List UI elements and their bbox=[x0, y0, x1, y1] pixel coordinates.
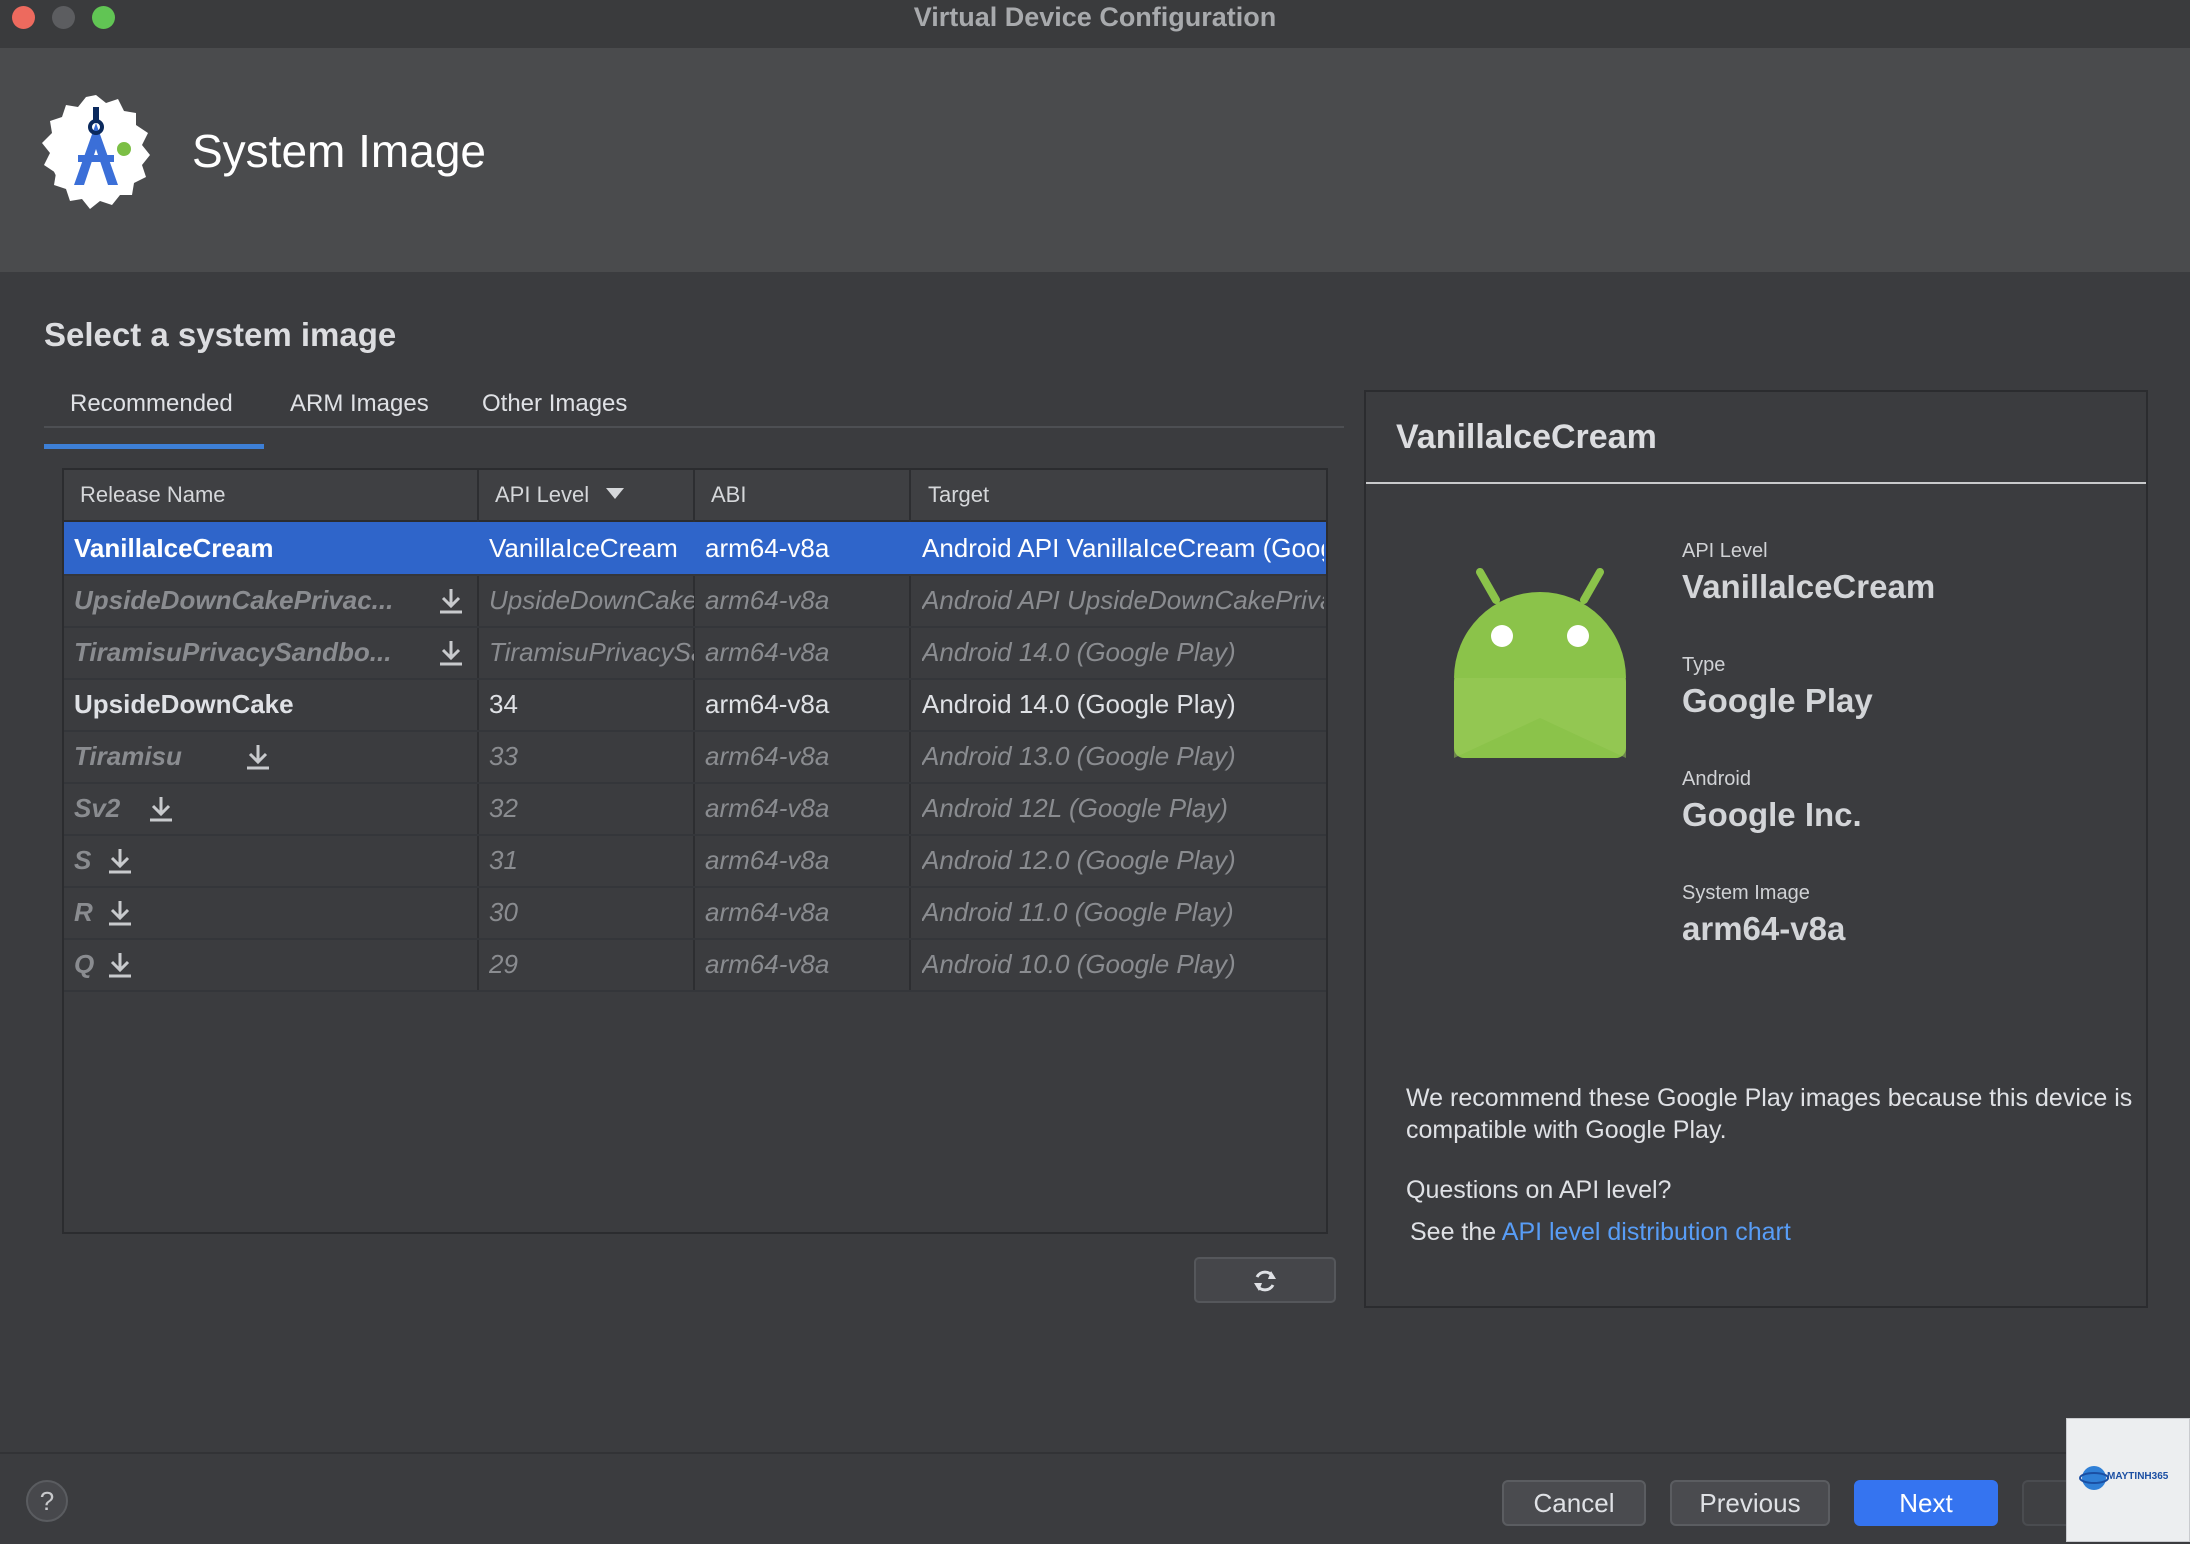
target-cell: Android 13.0 (Google Play) bbox=[922, 741, 1236, 771]
api-level-cell: 29 bbox=[489, 949, 518, 979]
api-level-cell: VanillaIceCream bbox=[489, 533, 678, 563]
main-content: Select a system image Recommended ARM Im… bbox=[0, 272, 2190, 1452]
api-level-cell: 33 bbox=[489, 741, 518, 771]
api-level-cell: 32 bbox=[489, 793, 518, 823]
target-cell: Android 12L (Google Play) bbox=[922, 793, 1228, 823]
download-icon[interactable] bbox=[108, 952, 132, 978]
section-title: Select a system image bbox=[44, 316, 397, 353]
image-tabs: Recommended ARM Images Other Images bbox=[44, 390, 1344, 428]
api-level-cell: 30 bbox=[489, 897, 518, 927]
api-chart-line: See the API level distribution chart bbox=[1410, 1216, 2140, 1248]
api-distribution-chart-link[interactable]: API level distribution chart bbox=[1502, 1218, 1791, 1246]
refresh-icon bbox=[1254, 1270, 1276, 1292]
release-name-cell: VanillaIceCream bbox=[74, 533, 274, 563]
target-cell: Android 14.0 (Google Play) bbox=[922, 637, 1236, 667]
target-cell: Android 11.0 (Google Play) bbox=[922, 897, 1234, 927]
system-image-table: Release Name API Level ABI Target Vanill… bbox=[62, 468, 1328, 1234]
download-icon[interactable] bbox=[149, 796, 173, 822]
cancel-button[interactable]: Cancel bbox=[1502, 1480, 1646, 1526]
abi-cell: arm64-v8a bbox=[705, 585, 830, 615]
page-heading: System Image bbox=[192, 125, 486, 177]
abi-cell: arm64-v8a bbox=[705, 637, 830, 667]
help-button[interactable]: ? bbox=[26, 1480, 68, 1522]
wizard-footer: ? Cancel Previous Next Finish bbox=[0, 1452, 2190, 1544]
abi-cell: arm64-v8a bbox=[705, 845, 830, 875]
next-button[interactable]: Next bbox=[1854, 1480, 1998, 1526]
release-name-cell: UpsideDownCake bbox=[74, 689, 294, 719]
wizard-header: System Image bbox=[0, 48, 2190, 272]
download-icon[interactable] bbox=[246, 744, 270, 770]
tab-recommended[interactable]: Recommended bbox=[70, 390, 233, 418]
detail-label-api-level: API Level bbox=[1682, 540, 1768, 562]
detail-value-system-image: arm64-v8a bbox=[1682, 910, 1846, 947]
recommendation-text: We recommend these Google Play images be… bbox=[1406, 1084, 2133, 1144]
download-icon[interactable] bbox=[108, 848, 132, 874]
download-icon[interactable] bbox=[439, 588, 463, 614]
abi-cell: arm64-v8a bbox=[705, 949, 830, 979]
abi-cell: arm64-v8a bbox=[705, 897, 830, 927]
api-level-cell: 31 bbox=[489, 845, 518, 875]
table-row[interactable]: S 31 arm64-v8a Android 12.0 (Google Play) bbox=[64, 834, 1326, 888]
tab-other-images[interactable]: Other Images bbox=[482, 390, 627, 418]
window-title: Virtual Device Configuration bbox=[913, 2, 1277, 32]
tab-arm-images[interactable]: ARM Images bbox=[290, 390, 429, 418]
target-cell: Android API UpsideDownCakePrivacySandbox bbox=[922, 585, 1324, 615]
abi-cell: arm64-v8a bbox=[705, 533, 830, 563]
column-abi[interactable]: ABI bbox=[711, 470, 746, 520]
release-name-cell: S bbox=[74, 845, 92, 875]
table-row[interactable]: Tiramisu 33 arm64-v8a Android 13.0 (Google … bbox=[64, 730, 1326, 784]
table-row[interactable]: Q 29 arm64-v8a Android 10.0 (Google Play) bbox=[64, 938, 1326, 992]
column-target[interactable]: Target bbox=[928, 470, 989, 520]
abi-cell: arm64-v8a bbox=[705, 793, 830, 823]
detail-value-type: Google Play bbox=[1682, 682, 1873, 719]
details-separator bbox=[1366, 482, 2146, 484]
see-the-text: See the bbox=[1410, 1218, 1497, 1246]
table-row[interactable]: VanillaIceCream VanillaIceCream arm64-v8a A… bbox=[64, 522, 1326, 576]
table-header: Release Name API Level ABI Target bbox=[64, 470, 1326, 522]
android-robot-icon bbox=[1454, 568, 1626, 758]
release-name-cell: Q bbox=[74, 949, 95, 979]
target-cell: Android API VanillaIceCream (Google Play… bbox=[922, 533, 1324, 563]
abi-cell: arm64-v8a bbox=[705, 689, 830, 719]
column-release-name[interactable]: Release Name bbox=[80, 470, 226, 520]
release-name-cell: UpsideDownCakePrivac... bbox=[74, 585, 394, 615]
refresh-button[interactable] bbox=[1194, 1257, 1336, 1303]
api-question-text: Questions on API level? bbox=[1406, 1176, 1672, 1204]
api-level-cell: TiramisuPrivacySandbox bbox=[489, 637, 694, 667]
active-tab-indicator bbox=[44, 444, 264, 449]
api-level-cell: 34 bbox=[489, 689, 518, 719]
table-row[interactable]: Sv2 32 arm64-v8a Android 12L (Google Play) bbox=[64, 782, 1326, 836]
watermark-text: MAYTINH365 bbox=[2107, 1471, 2169, 1482]
detail-label-system-image: System Image bbox=[1682, 882, 1810, 904]
release-name-cell: TiramisuPrivacySandbo... bbox=[74, 637, 392, 667]
table-row[interactable]: UpsideDownCakePrivac... UpsideDownCake arm… bbox=[64, 574, 1326, 628]
table-row[interactable]: R 30 arm64-v8a Android 11.0 (Google Play) bbox=[64, 886, 1326, 940]
globe-icon bbox=[2079, 1466, 2109, 1490]
sort-descending-icon[interactable] bbox=[606, 488, 624, 500]
table-row[interactable]: UpsideDownCake 34 arm64-v8a Android 14.0 (G… bbox=[64, 678, 1326, 732]
watermark-logo: MAYTINH365 bbox=[2066, 1418, 2190, 1542]
table-row[interactable]: TiramisuPrivacySandbo... TiramisuPrivacyS… bbox=[64, 626, 1326, 680]
detail-value-api-level: VanillaIceCream bbox=[1682, 568, 1936, 605]
title-bar: Virtual Device Configuration bbox=[0, 0, 2190, 48]
detail-label-android: Android bbox=[1682, 768, 1751, 790]
detail-value-android: Google Inc. bbox=[1682, 796, 1862, 833]
download-icon[interactable] bbox=[108, 900, 132, 926]
release-name-cell: Tiramisu bbox=[74, 741, 182, 771]
column-api-level[interactable]: API Level bbox=[495, 470, 589, 520]
target-cell: Android 10.0 (Google Play) bbox=[922, 949, 1236, 979]
abi-cell: arm64-v8a bbox=[705, 741, 830, 771]
details-title: VanillaIceCream bbox=[1396, 418, 1657, 456]
detail-label-type: Type bbox=[1682, 654, 1726, 676]
previous-button[interactable]: Previous bbox=[1670, 1480, 1830, 1526]
android-studio-logo-icon bbox=[42, 95, 150, 209]
release-name-cell: R bbox=[74, 897, 93, 927]
image-details-panel: VanillaIceCream API Level VanillaIceCrea… bbox=[1364, 390, 2148, 1308]
api-level-cell: UpsideDownCake bbox=[489, 585, 694, 615]
release-name-cell: Sv2 bbox=[74, 793, 121, 823]
target-cell: Android 12.0 (Google Play) bbox=[922, 845, 1236, 875]
target-cell: Android 14.0 (Google Play) bbox=[922, 689, 1236, 719]
download-icon[interactable] bbox=[439, 640, 463, 666]
